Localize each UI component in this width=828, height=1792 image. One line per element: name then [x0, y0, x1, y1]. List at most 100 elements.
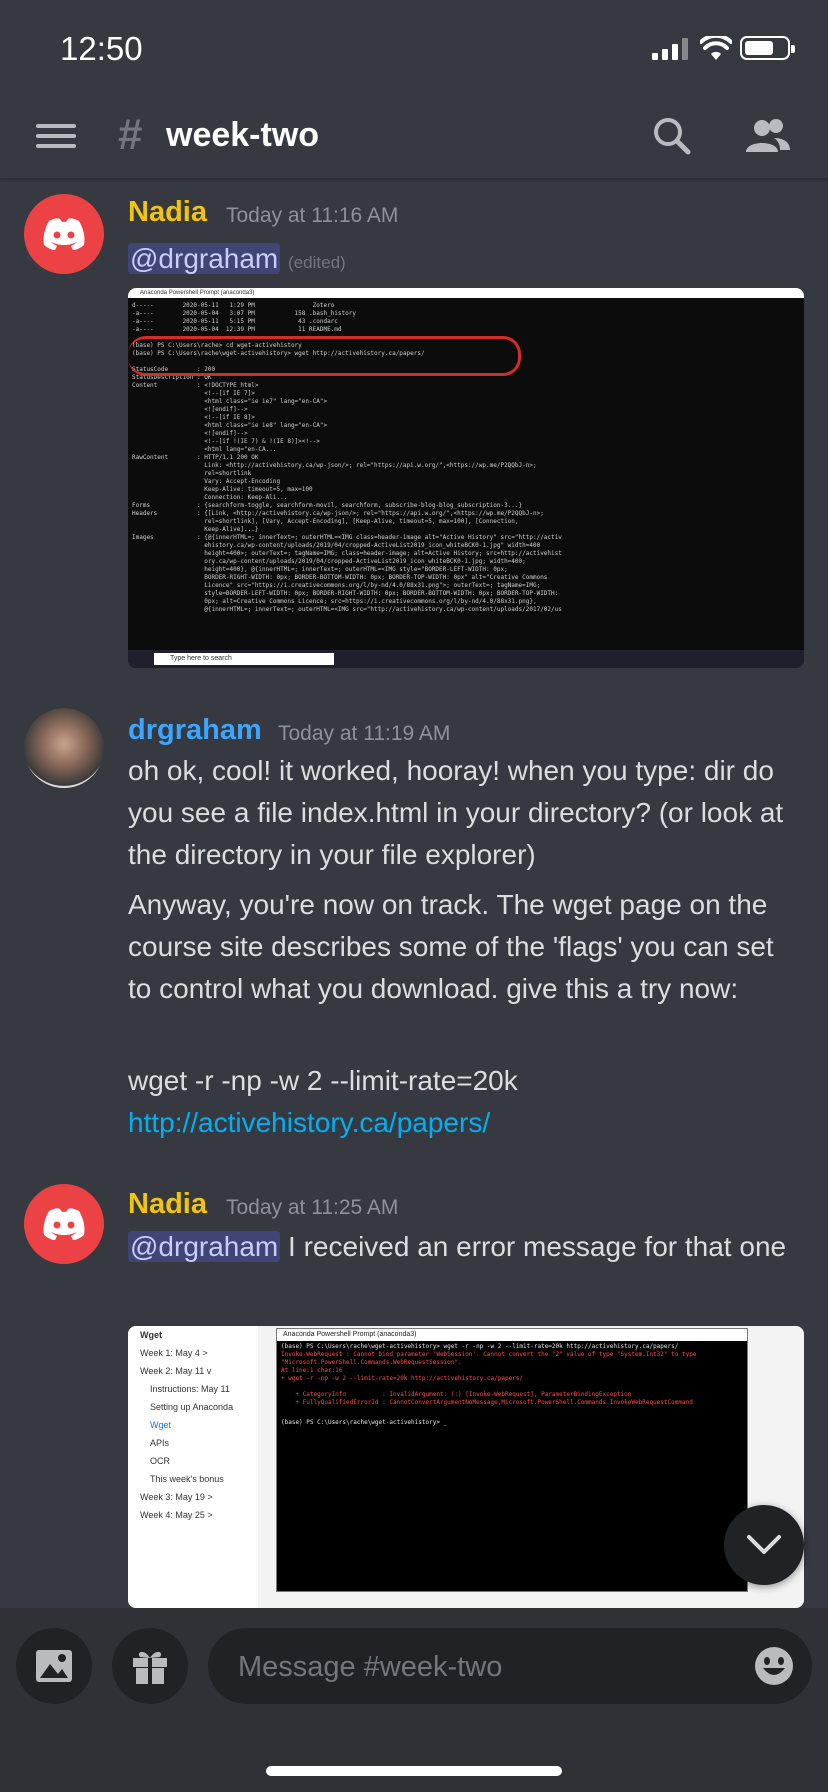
search-icon[interactable]	[650, 114, 694, 158]
terminal-line: <!--[if IE 7]>	[132, 390, 255, 397]
terminal-window: Anaconda Powershell Prompt (anaconda3) (…	[276, 1328, 748, 1592]
channel-title: week-two	[166, 116, 320, 154]
attach-image-button[interactable]	[16, 1628, 92, 1704]
sidebar-item: Wget	[150, 1420, 172, 1430]
terminal-line: <!--[if IE 8]>	[132, 414, 255, 421]
scroll-to-bottom-button[interactable]	[724, 1505, 804, 1585]
sidebar-item: Week 4: May 25 >	[140, 1510, 213, 1520]
terminal-line: height=400>; outerText=; tagName=IMG; cl…	[132, 550, 562, 557]
image-attachment[interactable]: Wget Week 1: May 4 > Week 2: May 11 v Instr…	[128, 1326, 804, 1608]
taskbar-search: Type here to search	[154, 653, 334, 665]
chevron-down-icon	[747, 1535, 781, 1554]
terminal-line: Content : <!DOCTYPE html>	[132, 382, 259, 389]
sidebar-item: Week 2: May 11 v	[140, 1366, 212, 1376]
sidebar-item: This week's bonus	[150, 1474, 224, 1484]
image-icon	[36, 1650, 72, 1682]
discord-logo-icon	[43, 218, 85, 250]
terminal-line: rel=shortlink	[132, 470, 252, 477]
message-nadia-2: Nadia Today at 11:25 AM @drgraham I rece…	[0, 1180, 828, 1320]
terminal-line: Images : {@{innerHTML=; innerText=; oute…	[132, 534, 562, 541]
sidebar-item: Week 1: May 4 >	[140, 1348, 208, 1358]
terminal-line: Keep-Alive: timeout=5, max=100	[132, 486, 313, 493]
message-input[interactable]	[236, 1628, 720, 1706]
terminal-line: -a---- 2020-05-11 5:15 PM 43 .condarc	[132, 318, 338, 325]
terminal-line: BORDER-RIGHT-WIDTH: 0px; BORDER-BOTTOM-W…	[132, 574, 548, 581]
terminal-line: At line:1 char:16	[281, 1367, 343, 1374]
user-mention[interactable]: @drgraham	[128, 1231, 281, 1262]
terminal-line: -a---- 2020-05-04 12:39 PM 11 README.md	[132, 326, 342, 333]
terminal-line: Link: <http://activehistory.ca/wp-json/>…	[132, 462, 537, 469]
message-input-container	[208, 1628, 812, 1706]
message-timestamp: Today at 11:16 AM	[226, 204, 399, 227]
terminal-line: rel=shortlink], [Vary, Accept-Encoding],…	[132, 518, 519, 525]
terminal-line: <![endif]-->	[132, 406, 248, 413]
image-attachment[interactable]: Anaconda Powershell Prompt (anaconda3) d…	[128, 288, 804, 668]
home-indicator[interactable]	[266, 1766, 562, 1776]
battery-icon	[740, 36, 795, 60]
terminal-line: ory.ca/wp-content/uploads/2019/04/croppe…	[132, 558, 526, 565]
author-name[interactable]: drgraham	[128, 714, 262, 747]
terminal-line: height=400}, @{innerHTML=; innerText=; o…	[132, 566, 508, 573]
terminal-line: Forms : {searchform-toggle, searchform-m…	[132, 502, 523, 509]
terminal-error-output: (base) PS C:\Users\rache\wget-activehist…	[277, 1341, 747, 1417]
course-sidebar: Wget Week 1: May 4 > Week 2: May 11 v Instr…	[128, 1326, 258, 1608]
gift-button[interactable]	[112, 1628, 188, 1704]
message-composer	[0, 1608, 828, 1792]
terminal-line: (base) PS C:\Users\rache\wget-activehist…	[281, 1343, 679, 1350]
sidebar-item: Instructions: May 11	[150, 1384, 230, 1394]
terminal-line: Keep-Alive]...}	[132, 526, 259, 533]
menu-icon[interactable]	[36, 118, 76, 158]
command-text: wget -r -np -w 2 --limit-rate=20k	[128, 1065, 518, 1096]
annotation-circle	[128, 336, 521, 376]
emoji-icon[interactable]	[754, 1646, 794, 1686]
terminal-line: Connection: Keep-Ali...	[132, 494, 288, 501]
message-paragraph-2: Anyway, you're now on track. The wget pa…	[128, 889, 774, 1004]
members-icon[interactable]	[742, 114, 792, 158]
message-body: I received an error message for that one	[280, 1231, 787, 1262]
terminal-line: Vary: Accept-Encoding	[132, 478, 281, 485]
terminal-line: Headers : {[Link, <http://activehistory.…	[132, 510, 544, 517]
terminal-line: Licence" src="https://i.creativecommons.…	[132, 582, 541, 589]
avatar[interactable]	[24, 1184, 104, 1264]
message-link[interactable]: http://activehistory.ca/papers/	[128, 1107, 490, 1138]
terminal-line: <html class="ie ie8" lang="en-CA">	[132, 422, 328, 429]
discord-logo-icon	[43, 1208, 85, 1240]
terminal-line: <!--[if !(IE 7) & !(IE 8)]><!-->	[132, 438, 320, 445]
terminal-line: + wget -r -np -w 2 --limit-rate=20k http…	[281, 1375, 524, 1382]
message-text: @drgraham (edited)	[128, 238, 798, 284]
window-title: Anaconda Powershell Prompt (anaconda3)	[140, 290, 255, 296]
taskbar: Type here to search	[128, 650, 804, 668]
terminal-line: d----- 2020-05-11 1:29 PM Zotero	[132, 302, 335, 309]
user-mention[interactable]: @drgraham	[128, 243, 281, 274]
channel-header: # week-two	[0, 100, 828, 179]
message-paragraph-3: wget -r -np -w 2 --limit-rate=20k http:/…	[128, 1060, 798, 1144]
message-text: @drgraham I received an error message fo…	[128, 1226, 798, 1268]
avatar[interactable]	[24, 194, 104, 274]
terminal-line: RawContent : HTTP/1.1 200 OK	[132, 454, 259, 461]
wifi-icon	[700, 36, 732, 60]
sidebar-item: APIs	[150, 1438, 170, 1448]
message-timestamp: Today at 11:19 AM	[278, 722, 451, 745]
window-titlebar: Anaconda Powershell Prompt (anaconda3)	[128, 288, 804, 298]
status-time: 12:50	[60, 30, 143, 67]
author-name[interactable]: Nadia	[128, 196, 207, 229]
gift-icon	[133, 1651, 167, 1684]
edited-label: (edited)	[288, 253, 346, 272]
terminal-line: <html lang="en-CA...	[132, 446, 277, 453]
sidebar-item: Wget	[140, 1330, 162, 1340]
terminal-line: + CategoryInfo : InvalidArgument: (:) [I…	[281, 1391, 632, 1398]
sidebar-item: Setting up Anaconda	[150, 1402, 234, 1412]
message-paragraph-1: oh ok, cool! it worked, hooray! when you…	[128, 755, 784, 870]
terminal-prompt: (base) PS C:\Users\rache\wget-activehist…	[281, 1419, 448, 1426]
signal-icon	[652, 38, 688, 60]
message-timestamp: Today at 11:25 AM	[226, 1196, 399, 1219]
terminal-line: <html class="ie ie7" lang="en-CA">	[132, 398, 328, 405]
sidebar-item: OCR	[150, 1456, 170, 1466]
window-title: Anaconda Powershell Prompt (anaconda3)	[277, 1329, 747, 1341]
terminal-line: + FullyQualifiedErrorId : CannotConvertA…	[281, 1399, 693, 1406]
terminal-line: style=BORDER-LEFT-WIDTH: 0px; BORDER-RIG…	[132, 590, 559, 597]
author-name[interactable]: Nadia	[128, 1188, 207, 1221]
avatar[interactable]	[24, 708, 104, 788]
sidebar-item: Week 3: May 19 >	[140, 1492, 213, 1502]
